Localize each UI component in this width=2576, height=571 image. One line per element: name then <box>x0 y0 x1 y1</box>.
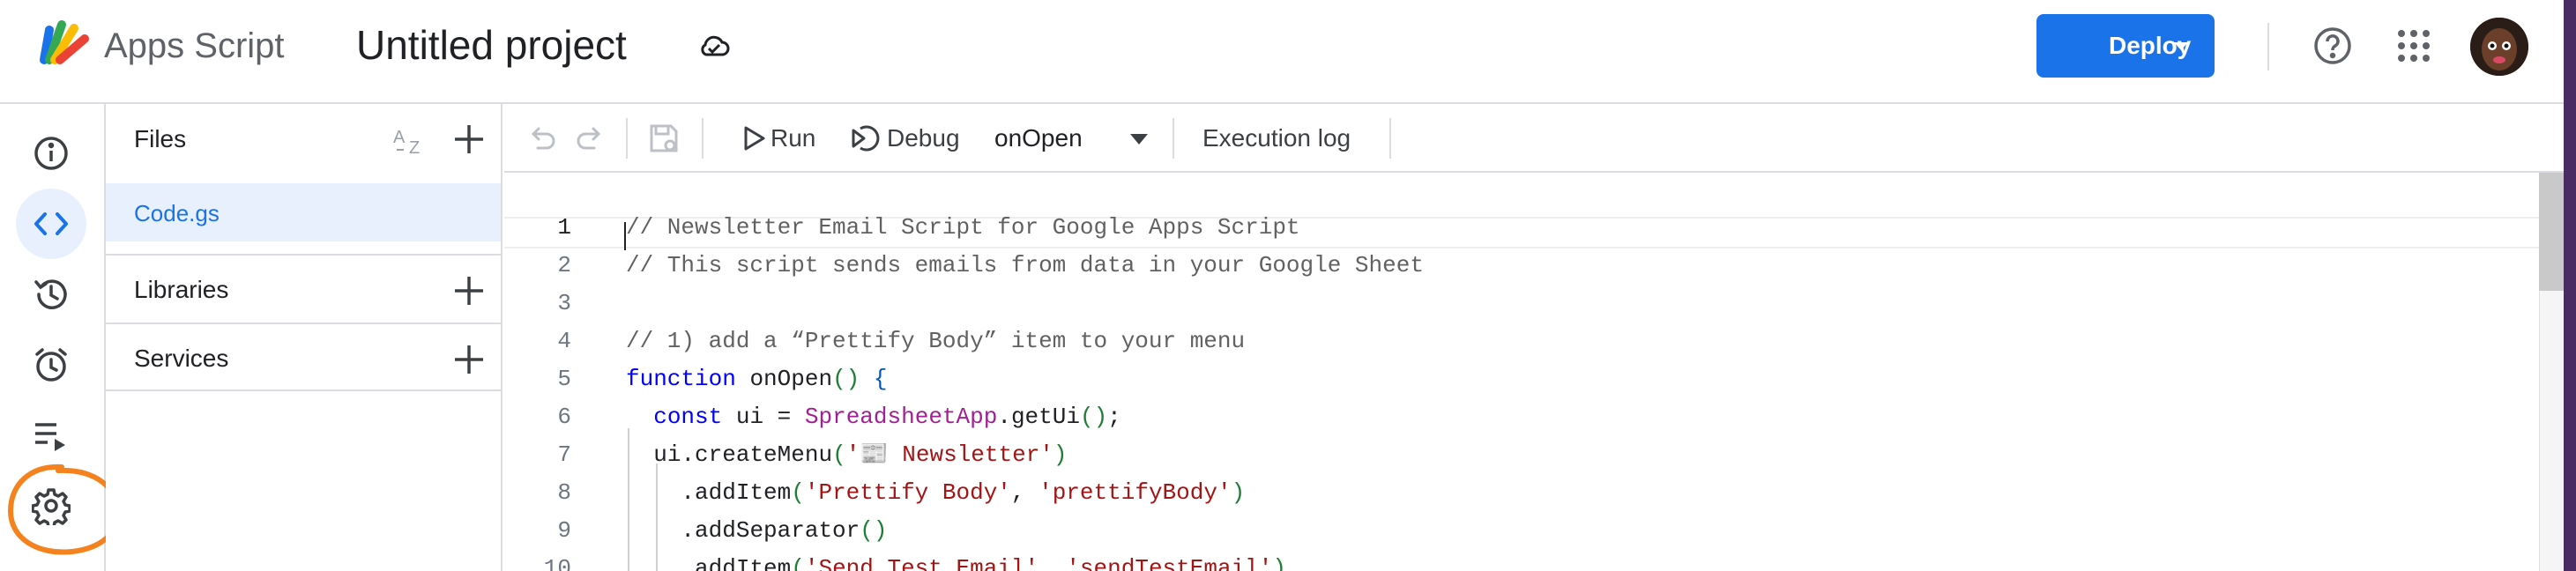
help-icon[interactable] <box>2312 25 2354 67</box>
run-button[interactable]: Run <box>771 123 815 153</box>
code-text: .addItem('Send Test Email', 'sendTestEma… <box>681 555 1286 571</box>
apps-script-logo[interactable] <box>35 19 92 69</box>
libraries-section[interactable]: Libraries <box>106 254 501 323</box>
libraries-label: Libraries <box>134 276 229 303</box>
files-header: Files A Z <box>106 104 501 173</box>
toolbar-divider <box>1389 118 1391 159</box>
top-app-bar: Apps Script Untitled project Deploy <box>0 0 2576 104</box>
code-line[interactable]: 3 <box>504 286 2539 321</box>
code-text: // This script sends emails from data in… <box>626 252 1424 278</box>
line-number: 4 <box>557 328 571 354</box>
code-text: // 1) add a “Prettify Body” item to your… <box>626 328 1246 354</box>
code-line[interactable]: 2 // This script sends emails from data i… <box>504 248 2539 283</box>
code-line[interactable]: 10 .addItem('Send Test Email', 'sendTest… <box>504 551 2539 571</box>
code-text: ui.createMenu('📰 Newsletter') <box>653 441 1068 468</box>
line-number: 9 <box>557 517 571 544</box>
code-line[interactable]: 4 // 1) add a “Prettify Body” item to you… <box>504 323 2539 359</box>
deploy-button[interactable]: Deploy <box>2036 14 2215 78</box>
editor-button[interactable] <box>16 189 86 259</box>
code-text: const ui = SpreadsheetApp.getUi(); <box>653 404 1121 430</box>
debug-button[interactable]: Debug <box>887 123 960 153</box>
code-line[interactable]: 6 const ui = SpreadsheetApp.getUi(); <box>504 399 2539 434</box>
svg-text:Z: Z <box>409 138 420 157</box>
undo-icon[interactable] <box>525 122 559 155</box>
toolbar-divider <box>702 118 704 159</box>
file-name: Code.gs <box>134 200 220 226</box>
sort-az-icon[interactable]: A Z <box>391 122 430 158</box>
cloud-saved-icon <box>696 28 732 63</box>
code-line[interactable]: 7 ui.createMenu('📰 Newsletter') <box>504 437 2539 472</box>
line-number: 7 <box>557 441 571 468</box>
add-service-icon[interactable] <box>451 342 487 377</box>
line-number: 1 <box>557 214 571 241</box>
code-icon <box>34 212 68 235</box>
files-title: Files <box>134 125 187 152</box>
code-text: // Newsletter Email Script for Google Ap… <box>626 214 1300 241</box>
line-number: 6 <box>557 404 571 430</box>
add-file-icon[interactable] <box>451 122 487 157</box>
services-label: Services <box>134 345 229 372</box>
apps-grid-icon[interactable] <box>2394 26 2433 65</box>
overview-button[interactable] <box>16 118 86 189</box>
execution-log-button[interactable]: Execution log <box>1202 123 1351 153</box>
triggers-button[interactable] <box>16 330 86 400</box>
code-line[interactable]: 1 // Newsletter Email Script for Google A… <box>504 210 2539 245</box>
files-panel: Files A Z Code.gs Libraries Services <box>106 104 503 571</box>
history-icon <box>34 279 67 309</box>
chevron-down-icon[interactable] <box>1127 130 1151 148</box>
code-line[interactable]: 8 .addItem('Prettify Body', 'prettifyBod… <box>504 475 2539 510</box>
line-number: 10 <box>543 555 571 571</box>
play-icon <box>744 126 765 151</box>
toolbar-divider <box>626 118 628 159</box>
alarm-icon <box>35 348 67 382</box>
code-line[interactable]: 5 function onOpen() { <box>504 361 2539 397</box>
editor-scrollbar-thumb[interactable] <box>2539 173 2564 291</box>
line-number: 2 <box>557 252 571 278</box>
editor-toolbar: Run Debug onOpen Execution log <box>504 104 2564 173</box>
add-library-icon[interactable] <box>451 273 487 308</box>
code-line[interactable]: 9 .addSeparator() <box>504 513 2539 548</box>
file-item-code-gs[interactable]: Code.gs <box>106 183 501 241</box>
header-divider <box>2267 23 2269 70</box>
code-text: function onOpen() { <box>626 366 888 392</box>
app-name: Apps Script <box>104 26 285 65</box>
window-edge <box>2564 0 2576 571</box>
info-icon <box>34 137 68 170</box>
line-number: 8 <box>557 479 571 506</box>
avatar[interactable] <box>2470 18 2528 76</box>
project-history-button[interactable] <box>16 259 86 330</box>
project-title[interactable]: Untitled project <box>356 18 627 72</box>
line-number: 5 <box>557 366 571 392</box>
debug-icon <box>852 125 880 152</box>
toolbar-divider <box>1173 118 1174 159</box>
svg-text:A: A <box>393 128 406 147</box>
code-editor[interactable]: 1 // Newsletter Email Script for Google A… <box>504 173 2539 571</box>
function-select[interactable]: onOpen <box>994 123 1083 153</box>
code-text: .addItem('Prettify Body', 'prettifyBody'… <box>681 479 1246 506</box>
line-number: 3 <box>557 290 571 316</box>
redo-icon[interactable] <box>573 122 607 155</box>
code-text: .addSeparator() <box>681 517 888 544</box>
executions-icon <box>35 423 65 451</box>
chevron-down-icon <box>2174 42 2188 50</box>
save-icon[interactable] <box>647 122 681 155</box>
services-section[interactable]: Services <box>106 323 501 391</box>
